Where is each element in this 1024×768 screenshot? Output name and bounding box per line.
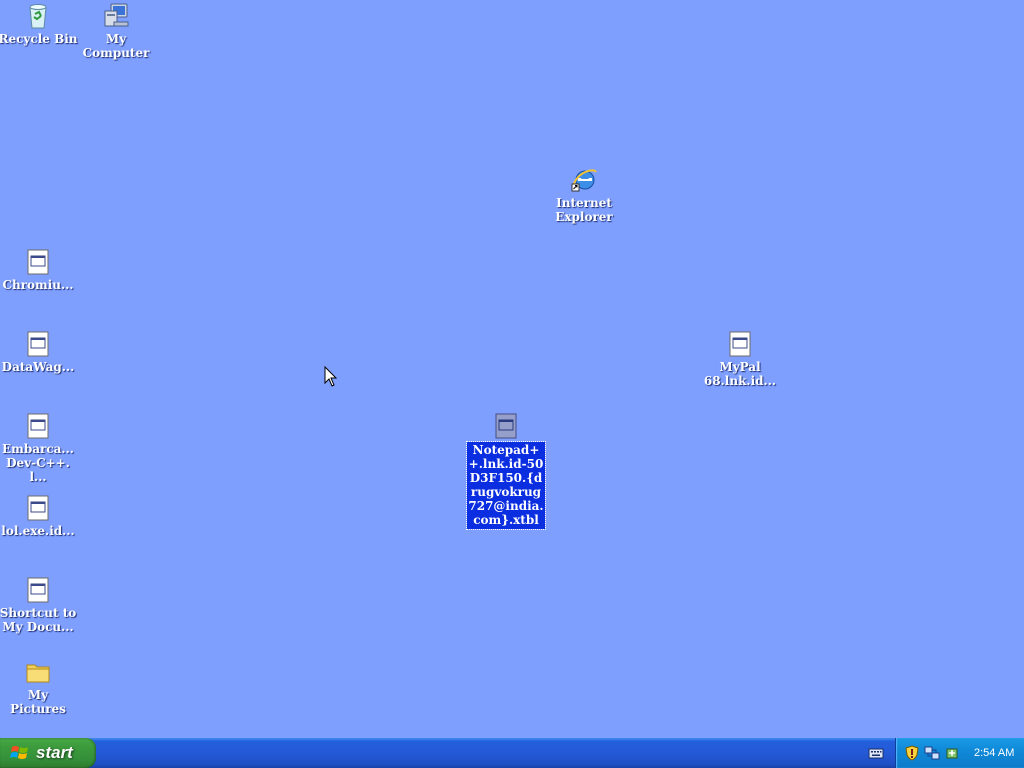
start-button[interactable]: start [0, 738, 96, 768]
desktop-icon-mypal[interactable]: MyPal 68.lnk.id... [700, 330, 780, 388]
desktop-icon-label: My Computer [82, 32, 150, 60]
shortcut-file-icon [729, 331, 751, 357]
folder-icon [26, 664, 50, 683]
shortcut-file-icon [27, 413, 49, 439]
desktop-icon-notepad-plus-plus[interactable]: Notepad++.lnk.id-50D3F150.{drugvokrug727… [466, 412, 546, 530]
desktop-icon-chromium[interactable]: Chromiu... [0, 248, 78, 292]
shortcut-file-icon [27, 495, 49, 521]
taskbar: start 2:54 AM [0, 738, 1024, 768]
desktop-icon-label: Embarca... Dev-C++.l... [2, 442, 74, 484]
mouse-cursor-icon [324, 366, 338, 387]
desktop-icon-label: Recycle Bin [0, 32, 78, 46]
desktop-icon-label: lol.exe.id... [1, 524, 75, 538]
desktop-icon-label: My Pictures [10, 688, 66, 716]
shortcut-file-icon [495, 413, 517, 439]
desktop-icon-label: DataWag... [1, 360, 75, 374]
desktop-icon-lol-exe[interactable]: lol.exe.id... [0, 494, 78, 538]
shortcut-file-icon [27, 331, 49, 357]
clock[interactable]: 2:54 AM [974, 747, 1014, 759]
system-tray: 2:54 AM [895, 738, 1024, 768]
desktop-icon-internet-explorer[interactable]: Internet Explorer [544, 166, 624, 224]
start-label: start [36, 743, 73, 762]
desktop-icon-label: Shortcut to My Docu... [0, 606, 77, 634]
my-computer-icon [104, 3, 129, 27]
windows-logo-icon [10, 746, 28, 759]
desktop-icon-label: Notepad++.lnk.id-50D3F150.{drugvokrug727… [466, 441, 546, 530]
desktop-icon-label: MyPal 68.lnk.id... [703, 360, 777, 388]
desktop-icon-my-computer[interactable]: My Computer [76, 2, 156, 60]
keyboard-icon[interactable] [868, 745, 884, 761]
security-shield-icon[interactable] [904, 745, 920, 761]
network-icon[interactable] [924, 745, 940, 761]
desktop: Recycle Bin My Computer Internet Explore… [0, 0, 1024, 738]
shortcut-file-icon [27, 577, 49, 603]
desktop-icon-embarcadero-dev-cpp[interactable]: Embarca... Dev-C++.l... [0, 412, 78, 484]
internet-explorer-icon [571, 169, 597, 192]
safely-remove-icon[interactable] [944, 745, 960, 761]
desktop-icon-datawag[interactable]: DataWag... [0, 330, 78, 374]
recycle-bin-icon [29, 4, 47, 29]
desktop-icon-label: Internet Explorer [555, 196, 613, 224]
shortcut-file-icon [27, 249, 49, 275]
desktop-icon-my-pictures[interactable]: My Pictures [0, 658, 78, 716]
desktop-icon-shortcut-my-documents[interactable]: Shortcut to My Docu... [0, 576, 78, 634]
desktop-icon-recycle-bin[interactable]: Recycle Bin [0, 2, 78, 46]
desktop-icon-label: Chromiu... [2, 278, 74, 292]
